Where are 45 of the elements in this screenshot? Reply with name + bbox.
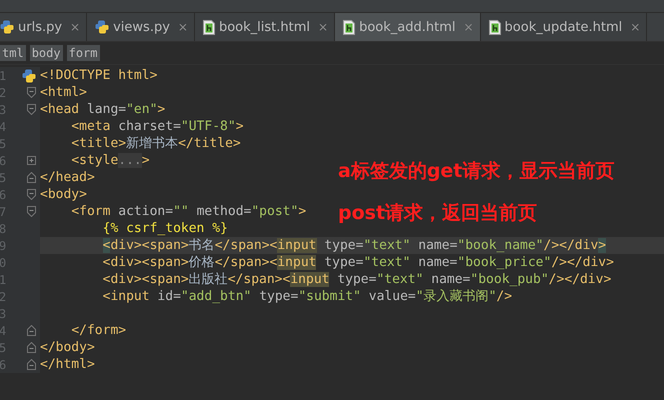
code-line: </form>: [70, 322, 126, 339]
code-line: <head lang="en">: [40, 101, 166, 118]
close-icon[interactable]: ×: [178, 20, 188, 34]
code-line: <input id="add_btn" type="submit" value="录入藏书阁"/>: [102, 288, 512, 305]
code-line: <body>: [40, 186, 87, 203]
fold-icon[interactable]: [27, 325, 36, 336]
code-line: <meta charset="UTF-8">: [70, 118, 244, 135]
fold-icon[interactable]: [27, 189, 36, 200]
file-tab[interactable]: urls.py ×: [0, 13, 88, 41]
html-file-icon: [343, 20, 356, 34]
breadcrumb[interactable]: tml: [0, 45, 26, 61]
file-tab[interactable]: book_add.html ×: [335, 13, 481, 41]
code-line: <style...>: [70, 152, 150, 169]
code-line: <div><span>价格</span><input type="text" name="book_price"/></div>: [102, 254, 614, 271]
code-line: {% csrf_token %}: [102, 220, 228, 237]
code-line: <html>: [40, 84, 87, 101]
code-line: <div><span>书名</span><input type="text" name="book_name"/></div>: [102, 237, 606, 254]
python-icon: [0, 20, 14, 34]
fold-icon[interactable]: [27, 87, 36, 98]
fold-icon[interactable]: [27, 206, 36, 217]
close-icon[interactable]: ×: [630, 20, 640, 34]
python-icon: [95, 20, 110, 34]
expand-icon[interactable]: [27, 156, 36, 165]
close-icon[interactable]: ×: [70, 20, 80, 34]
html-file-icon: [488, 20, 501, 34]
code-line: <title>新增书本</title>: [70, 135, 241, 152]
fold-icon[interactable]: [27, 104, 36, 115]
html-file-icon: [202, 20, 215, 34]
code-line: <form action="" method="post">: [70, 203, 306, 220]
code-line: <!DOCTYPE html>: [40, 67, 158, 84]
breadcrumb[interactable]: body: [30, 45, 63, 61]
code-line: </head>: [40, 169, 95, 186]
code-line: <div><span>出版社</span><input type="text" name="book_pub"/></div>: [102, 271, 612, 288]
annotation-text: a标签发的get请求，显示当前页: [338, 159, 614, 184]
close-icon[interactable]: ×: [318, 20, 328, 34]
breadcrumb[interactable]: form: [66, 45, 100, 61]
annotation-text: post请求，返回当前页: [338, 201, 538, 226]
file-tab[interactable]: book_update.html ×: [480, 13, 648, 41]
fold-icon[interactable]: [27, 172, 36, 183]
python-icon: [22, 68, 36, 82]
code-line: </html>: [40, 356, 95, 373]
close-icon[interactable]: ×: [463, 20, 474, 34]
fold-icon[interactable]: [27, 342, 36, 353]
code-line: </body>: [40, 339, 95, 356]
fold-icon[interactable]: [27, 359, 36, 370]
